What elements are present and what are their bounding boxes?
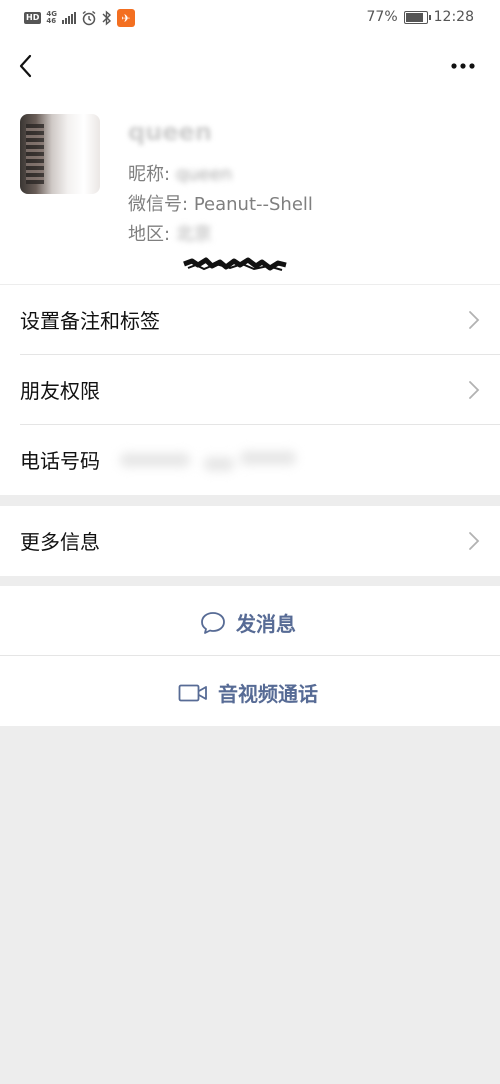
signal-icon: [61, 12, 76, 24]
row-phone-number[interactable]: 电话号码: [0, 425, 500, 495]
chevron-right-icon: [469, 532, 480, 550]
more-dots-icon[interactable]: [448, 54, 480, 78]
profile-card: queen 昵称: queen 微信号: Peanut--Shell 地区: 北…: [0, 100, 500, 284]
wechat-id-value: Peanut--Shell: [193, 194, 313, 215]
video-call-button[interactable]: 音视频通话: [0, 656, 500, 726]
profile-name: queen: [128, 118, 212, 146]
send-message-button[interactable]: 发消息: [0, 586, 500, 656]
nickname-line: 昵称: queen: [128, 160, 232, 186]
alarm-icon: [82, 10, 96, 26]
region-value: 北京: [175, 224, 212, 245]
nickname-label: 昵称:: [128, 164, 171, 185]
battery-percent: 77%: [366, 9, 398, 25]
bluetooth-icon: [102, 10, 111, 26]
chevron-right-icon: [469, 381, 480, 399]
region-label: 地区:: [128, 224, 171, 245]
video-call-content: 音视频通话: [178, 678, 318, 707]
back-chevron-icon[interactable]: [12, 50, 44, 82]
chevron-right-icon: [469, 311, 480, 329]
row-friend-permissions[interactable]: 朋友权限: [0, 355, 500, 425]
row-more-info[interactable]: 更多信息: [0, 506, 500, 576]
network-indicator: 4G 46: [46, 10, 57, 25]
app-notification-icon: ✈: [116, 9, 135, 27]
wechat-id-line: 微信号: Peanut--Shell: [128, 190, 313, 216]
row-label: 更多信息: [20, 530, 100, 554]
row-remark-tags[interactable]: 设置备注和标签: [0, 285, 500, 355]
status-right: 77% 12:28: [367, 9, 474, 25]
wechat-id-label: 微信号:: [128, 194, 189, 215]
status-left: HD 4G 46 ✈: [24, 9, 135, 27]
row-label: 朋友权限: [20, 379, 100, 403]
nav-bar: [0, 36, 500, 100]
status-bar: HD 4G 46 ✈ 77% 12:28: [0, 0, 500, 36]
battery-icon: [403, 10, 431, 24]
region-line: 地区: 北京: [128, 220, 212, 246]
row-label: 设置备注和标签: [20, 309, 160, 333]
row-label: 电话号码: [20, 449, 100, 473]
phone-number-value: [120, 447, 300, 473]
hd-icon: HD: [24, 12, 42, 24]
redaction-scribble: [183, 257, 287, 271]
clock: 12:28: [433, 9, 474, 25]
avatar[interactable]: [20, 114, 100, 194]
nickname-value: queen: [175, 164, 233, 185]
video-camera-icon: [178, 684, 207, 701]
video-call-label: 音视频通话: [218, 682, 318, 706]
chat-bubble-icon: [201, 611, 225, 634]
send-message-content: 发消息: [200, 608, 296, 637]
send-message-label: 发消息: [236, 612, 296, 636]
